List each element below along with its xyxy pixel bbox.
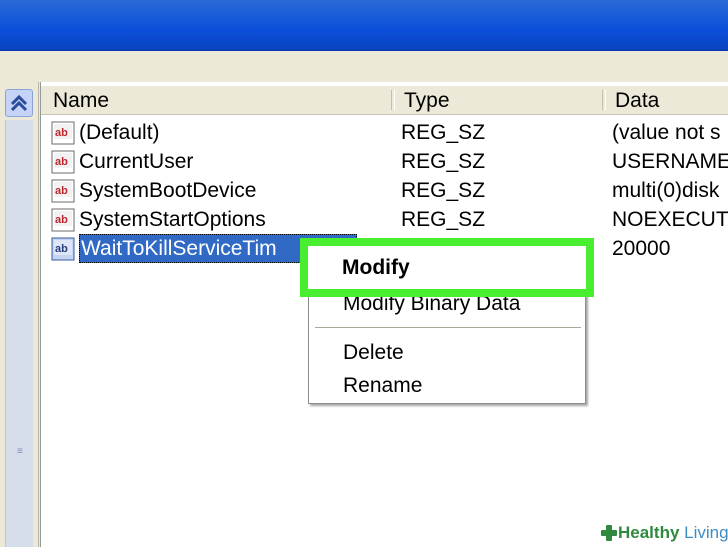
- value-name: CurrentUser: [79, 150, 194, 173]
- table-row[interactable]: ab CurrentUser REG_SZ USERNAME: [41, 147, 728, 176]
- string-value-icon: ab: [51, 179, 75, 203]
- value-data: multi(0)disk: [612, 179, 720, 202]
- watermark: Healthy Living: [596, 520, 728, 547]
- string-value-icon: ab: [51, 208, 75, 232]
- value-type: REG_SZ: [401, 121, 486, 144]
- svg-text:ab: ab: [55, 127, 68, 139]
- menu-item-modify-label: Modify: [342, 256, 410, 279]
- string-value-icon: ab: [51, 237, 75, 261]
- column-header-name[interactable]: Name: [41, 86, 391, 114]
- table-row[interactable]: ab SystemStartOptions REG_SZ NOEXECUTE: [41, 205, 728, 234]
- svg-text:ab: ab: [55, 214, 68, 226]
- scroll-grip-icon: ≡: [17, 446, 23, 457]
- table-row[interactable]: ab SystemBootDevice REG_SZ multi(0)disk: [41, 176, 728, 205]
- column-header-row: Name Type Data: [41, 86, 728, 115]
- string-value-icon: ab: [51, 121, 75, 145]
- cross-logo-icon: [601, 525, 617, 541]
- svg-text:ab: ab: [55, 185, 68, 197]
- watermark-text: Healthy Living: [618, 522, 728, 544]
- value-type: REG_SZ: [401, 208, 486, 231]
- value-name: SystemStartOptions: [79, 208, 266, 231]
- value-data: 20000: [612, 237, 671, 260]
- value-data: USERNAME: [612, 150, 728, 173]
- toolbar-area: [0, 51, 728, 82]
- svg-text:ab: ab: [55, 156, 68, 168]
- svg-text:ab: ab: [55, 243, 68, 255]
- menu-separator: [315, 327, 581, 328]
- value-type: REG_SZ: [401, 179, 486, 202]
- vertical-scrollbar[interactable]: ≡: [5, 120, 33, 547]
- column-header-type[interactable]: Type: [392, 86, 602, 114]
- tree-pane: ≡: [0, 82, 39, 547]
- menu-item-delete[interactable]: Delete: [309, 338, 585, 368]
- chevron-up-icon: [10, 94, 28, 112]
- value-data: (value not s: [612, 121, 721, 144]
- watermark-part-living: Living: [684, 523, 728, 542]
- value-name: SystemBootDevice: [79, 179, 257, 202]
- string-value-icon: ab: [51, 150, 75, 174]
- scroll-up-button[interactable]: [5, 89, 33, 117]
- value-name: (Default): [79, 121, 160, 144]
- value-data: NOEXECUTE: [612, 208, 728, 231]
- menu-item-modify[interactable]: Modify: [300, 238, 594, 297]
- menu-item-rename[interactable]: Rename: [309, 371, 585, 401]
- value-type: REG_SZ: [401, 150, 486, 173]
- table-row[interactable]: ab (Default) REG_SZ (value not s: [41, 118, 728, 147]
- window-title-bar: [0, 0, 728, 51]
- watermark-part-healthy: Healthy: [618, 523, 680, 542]
- column-header-data[interactable]: Data: [603, 86, 728, 114]
